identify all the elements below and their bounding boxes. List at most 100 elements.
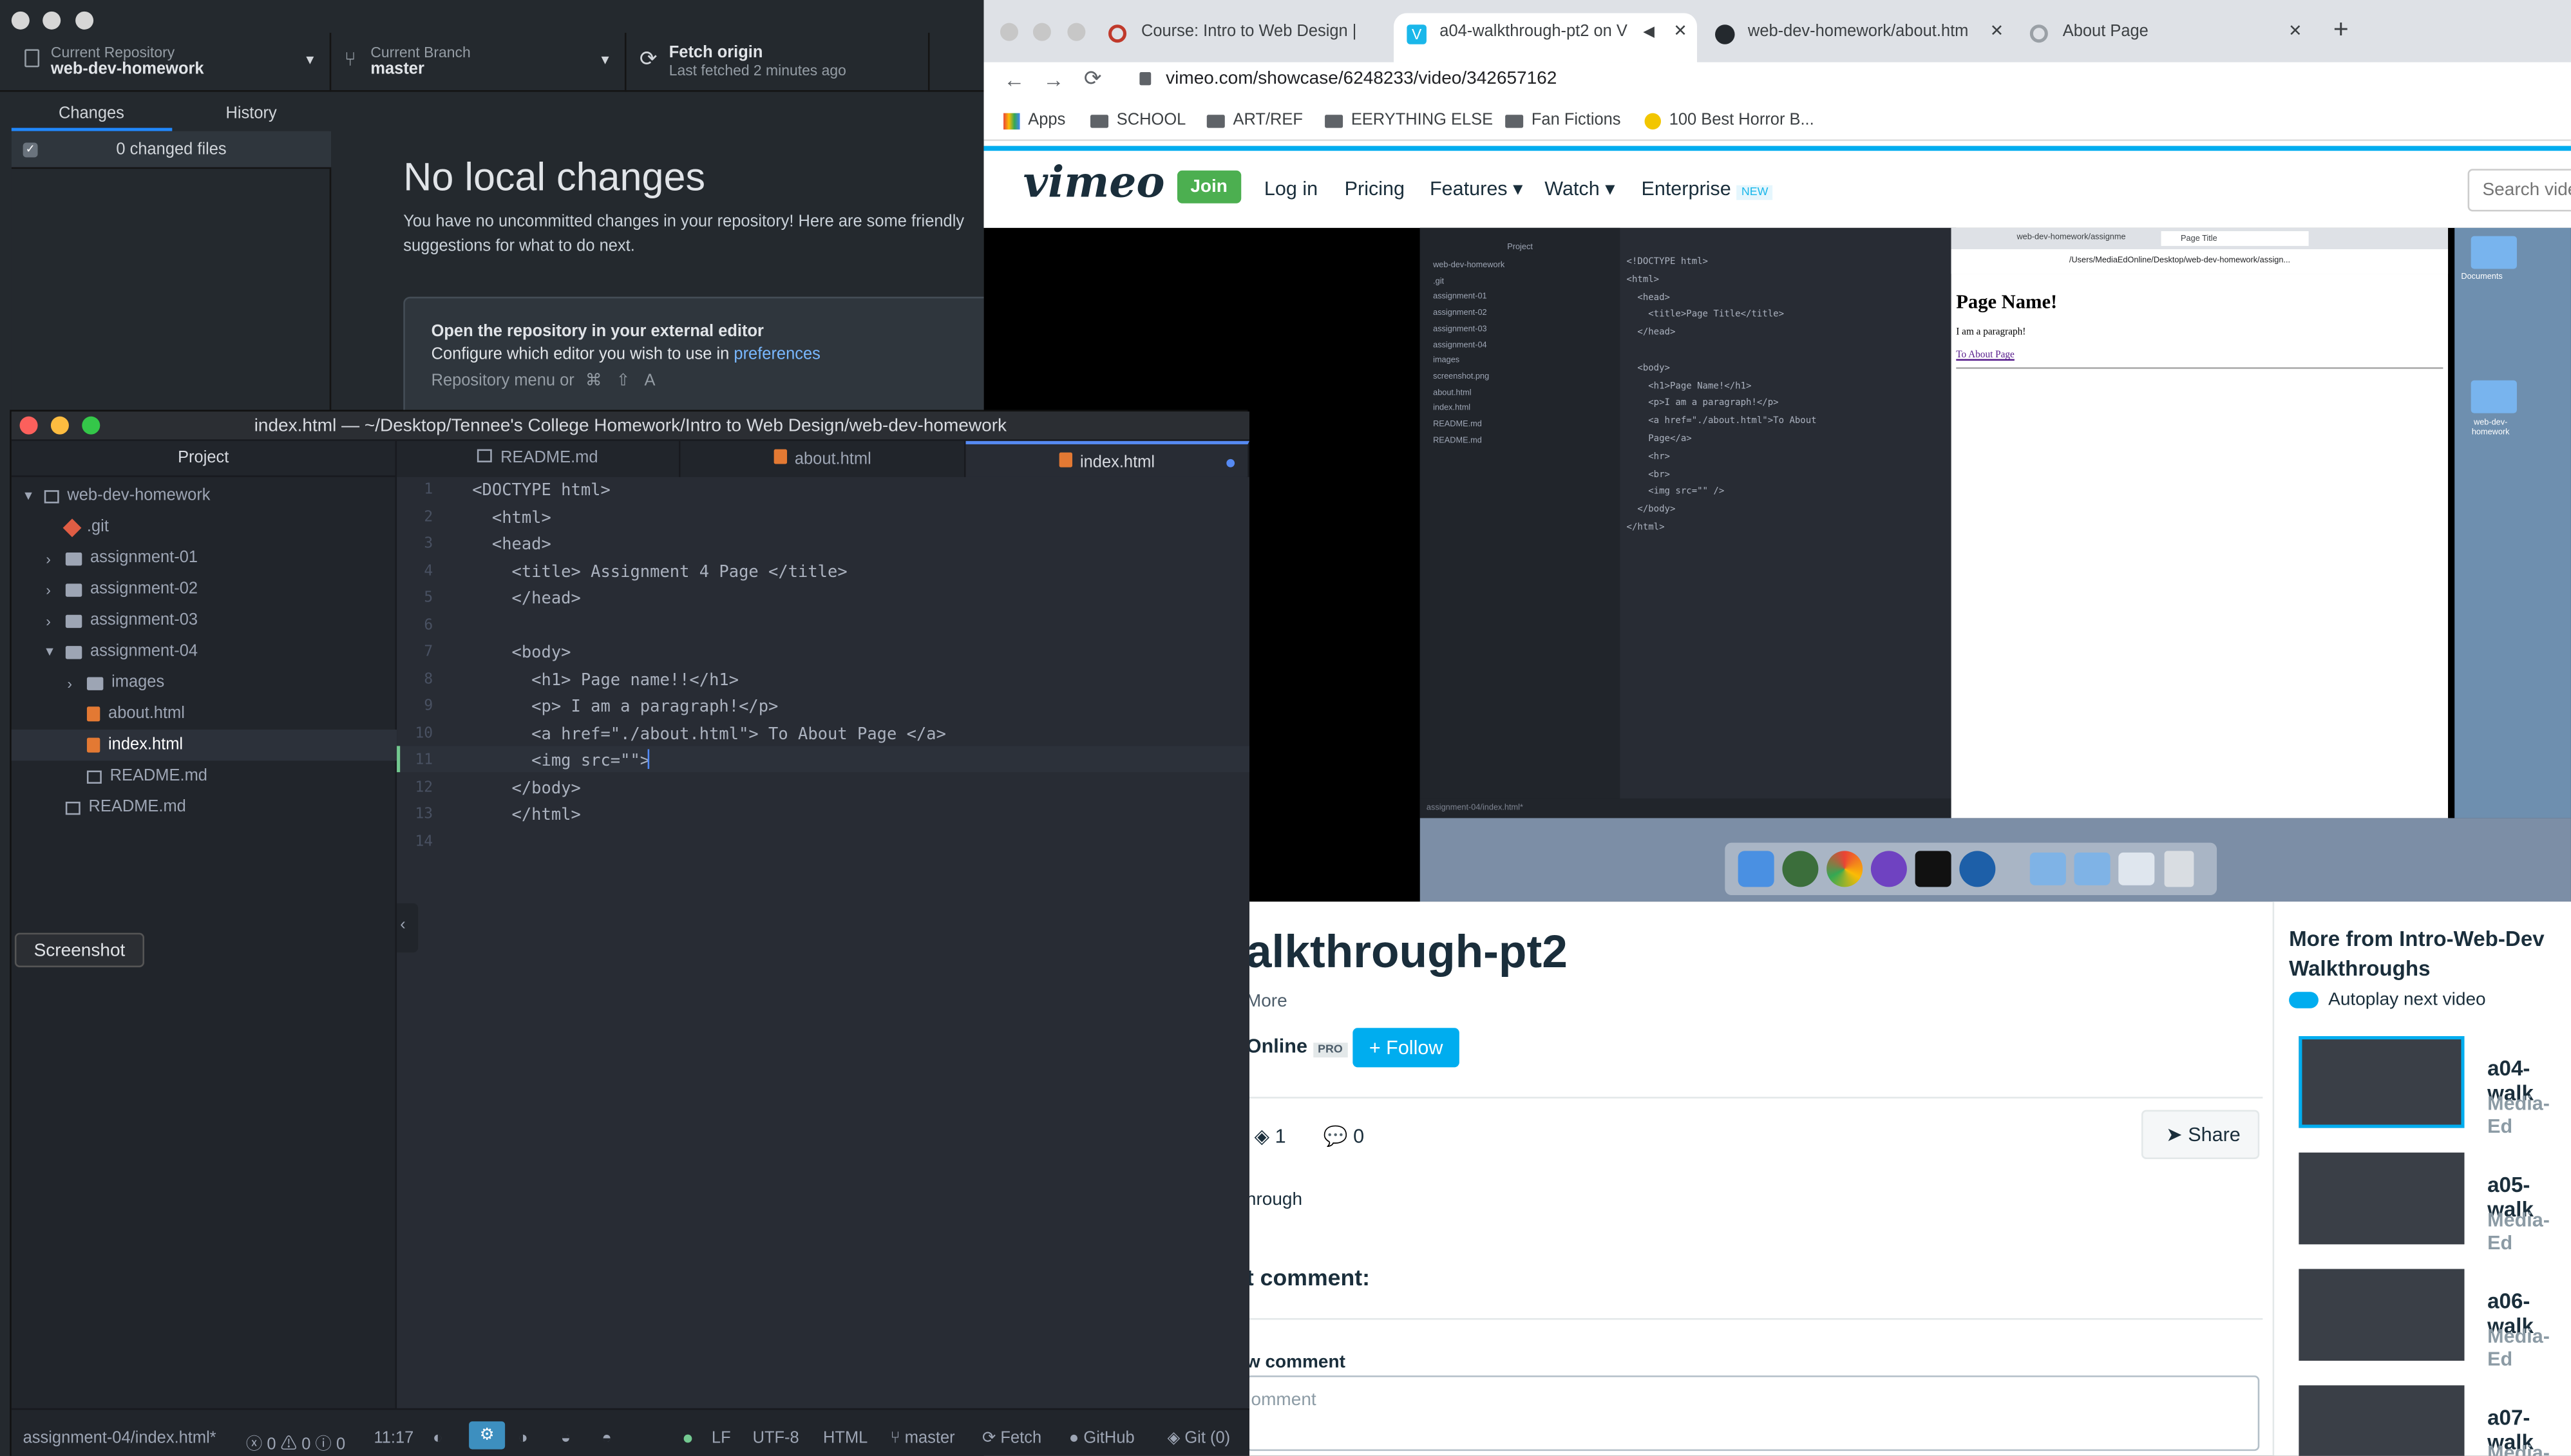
- tree-item[interactable]: about.html: [12, 699, 397, 730]
- tree-item[interactable]: .git: [12, 511, 397, 542]
- fetch-origin-button[interactable]: ⟳ Fetch origin Last fetched 2 minutes ag…: [627, 32, 930, 92]
- tab-readme[interactable]: README.md: [397, 440, 681, 477]
- more-link[interactable]: More: [1246, 992, 1287, 1012]
- code-line[interactable]: <title> Assignment 4 Page </title>: [472, 563, 848, 581]
- reload-icon[interactable]: ⟳: [1084, 66, 1102, 92]
- tree-arrow-icon[interactable]: ›: [46, 612, 66, 629]
- close-tab-icon[interactable]: ✕: [2288, 23, 2302, 41]
- code-line[interactable]: <DOCTYPE html>: [472, 482, 611, 500]
- current-repository-button[interactable]: Current Repository web-dev-homework ▼: [12, 32, 332, 92]
- tree-item[interactable]: ▾ web-dev-homework: [12, 480, 397, 511]
- code-line[interactable]: <h1> Page name!!</h1>: [472, 672, 739, 690]
- minimize-dot[interactable]: [51, 416, 70, 435]
- tree-item[interactable]: README.md: [12, 761, 397, 791]
- related-channel[interactable]: Media-Ed: [2487, 1325, 2571, 1370]
- related-thumbnail[interactable]: [2299, 1269, 2465, 1361]
- preferences-link[interactable]: preferences: [734, 346, 820, 364]
- bookmark-fanfic[interactable]: Fan Fictions: [1505, 111, 1621, 129]
- status-icon[interactable]: ◐: [433, 1430, 442, 1448]
- close-tab-icon[interactable]: ✕: [1673, 23, 1687, 41]
- tree-arrow-icon[interactable]: ›: [46, 550, 66, 566]
- speaker-icon[interactable]: ◀: [1643, 23, 1655, 41]
- cursor-position[interactable]: 11:17: [374, 1430, 413, 1448]
- watch-menu[interactable]: Watch ▾: [1544, 177, 1615, 200]
- code-line[interactable]: <a href="./about.html"> To About Page </…: [472, 726, 946, 744]
- tab-index[interactable]: index.html: [965, 440, 1249, 477]
- close-tab-icon[interactable]: ✕: [1990, 23, 2004, 41]
- grammar-selector[interactable]: HTML: [823, 1430, 868, 1448]
- bookmark-apps[interactable]: Apps: [1003, 111, 1065, 129]
- related-channel[interactable]: Media-Ed: [2487, 1092, 2571, 1138]
- browser-tab-vimeo[interactable]: V a04-walkthrough-pt2 on V ◀ ✕: [1394, 13, 1698, 62]
- tree-item[interactable]: › assignment-03: [12, 605, 397, 636]
- autoplay-toggle[interactable]: Autoplay next video: [2289, 990, 2486, 1010]
- current-branch-button[interactable]: ⑂ Current Branch master ▼: [331, 32, 627, 92]
- browser-tab-github[interactable]: web-dev-homework/about.htm ✕: [1702, 13, 2014, 62]
- toggle-switch[interactable]: [2289, 992, 2319, 1008]
- code-line[interactable]: <html>: [472, 509, 551, 527]
- tab-history[interactable]: History: [171, 99, 331, 131]
- fetch-status[interactable]: ⟳ Fetch: [982, 1430, 1041, 1448]
- code-editor[interactable]: 1 <DOCTYPE html> 2 <html> 3 <head> 4 <title>…: [397, 477, 1249, 1408]
- collections-stat[interactable]: ◈ 1: [1255, 1124, 1286, 1148]
- pricing-link[interactable]: Pricing: [1345, 177, 1405, 200]
- related-channel[interactable]: Media-Ed: [2487, 1208, 2571, 1254]
- status-file-path[interactable]: assignment-04/index.html*: [23, 1430, 216, 1448]
- vimeo-logo[interactable]: vimeo: [1023, 159, 1165, 208]
- minimize-dot[interactable]: [43, 11, 62, 30]
- github-status[interactable]: ● GitHub: [1069, 1430, 1135, 1448]
- browser-tab-about[interactable]: About Page ✕: [2016, 13, 2311, 62]
- code-line[interactable]: <img src="">: [472, 753, 650, 771]
- back-icon[interactable]: ←: [1003, 67, 1025, 91]
- bookmark-school[interactable]: SCHOOL: [1090, 111, 1186, 129]
- close-dot[interactable]: [1000, 23, 1019, 41]
- login-link[interactable]: Log in: [1264, 177, 1318, 200]
- tree-arrow-icon[interactable]: ▾: [24, 487, 44, 505]
- tree-item[interactable]: › images: [12, 667, 397, 698]
- tab-changes[interactable]: Changes: [11, 99, 172, 131]
- collapse-tree-icon[interactable]: ‹: [397, 903, 419, 953]
- tree-item[interactable]: index.html: [11, 729, 397, 761]
- file-encoding[interactable]: UTF-8: [753, 1430, 799, 1448]
- zoom-dot[interactable]: [82, 416, 100, 435]
- zoom-dot[interactable]: [1067, 23, 1086, 41]
- enterprise-link[interactable]: Enterprise NEW: [1641, 177, 1774, 200]
- status-diagnostics[interactable]: ⓧ 0 ⚠ 0 ⓘ 0: [246, 1430, 345, 1454]
- screenshot-button[interactable]: Screenshot: [14, 932, 145, 968]
- code-line[interactable]: <head>: [472, 536, 551, 554]
- minimize-dot[interactable]: [1034, 23, 1052, 41]
- tree-item[interactable]: ▾ assignment-04: [12, 636, 397, 667]
- tree-arrow-icon[interactable]: ›: [46, 581, 66, 598]
- url-field[interactable]: vimeo.com/showcase/6248233/video/3426571…: [1166, 69, 1557, 89]
- status-icon[interactable]: ◓: [602, 1430, 611, 1448]
- code-line[interactable]: <body>: [472, 645, 571, 663]
- code-line[interactable]: </html>: [472, 807, 581, 825]
- bookmark-art[interactable]: ART/REF: [1206, 111, 1303, 129]
- tree-item[interactable]: README.md: [12, 792, 397, 823]
- tab-about[interactable]: about.html: [680, 440, 966, 477]
- share-button[interactable]: ➤ Share: [2141, 1110, 2260, 1159]
- browser-tab-course[interactable]: Course: Intro to Web Design |: [1096, 13, 1387, 62]
- tree-item[interactable]: › assignment-02: [12, 574, 397, 605]
- join-button[interactable]: Join: [1177, 170, 1241, 203]
- comments-stat[interactable]: 💬 0: [1323, 1124, 1365, 1148]
- related-channel[interactable]: Media-Ed: [2487, 1441, 2571, 1456]
- code-line[interactable]: <p> I am a paragraph!</p>: [472, 699, 778, 717]
- channel-name[interactable]: Online PRO: [1246, 1034, 1348, 1058]
- follow-button[interactable]: + Follow: [1352, 1028, 1459, 1068]
- new-tab-icon[interactable]: +: [2333, 16, 2349, 46]
- related-thumbnail[interactable]: [2299, 1152, 2465, 1245]
- code-line[interactable]: </head>: [472, 591, 581, 609]
- close-dot[interactable]: [11, 11, 30, 30]
- bookmark-everything[interactable]: EERYTHING ELSE: [1325, 111, 1493, 129]
- code-line[interactable]: </body>: [472, 780, 581, 798]
- related-thumbnail[interactable]: [2299, 1385, 2465, 1456]
- status-icon[interactable]: ◑: [518, 1430, 528, 1448]
- related-thumbnail[interactable]: [2299, 1036, 2465, 1128]
- tree-arrow-icon[interactable]: ▾: [46, 643, 66, 661]
- bookmark-horror[interactable]: 100 Best Horror B...: [1644, 111, 1814, 129]
- status-active-icon[interactable]: ⚙: [469, 1421, 506, 1450]
- comment-textarea[interactable]: omment: [1246, 1376, 2260, 1451]
- branch-status[interactable]: ⑂ master: [890, 1430, 954, 1448]
- search-input[interactable]: [2467, 169, 2571, 212]
